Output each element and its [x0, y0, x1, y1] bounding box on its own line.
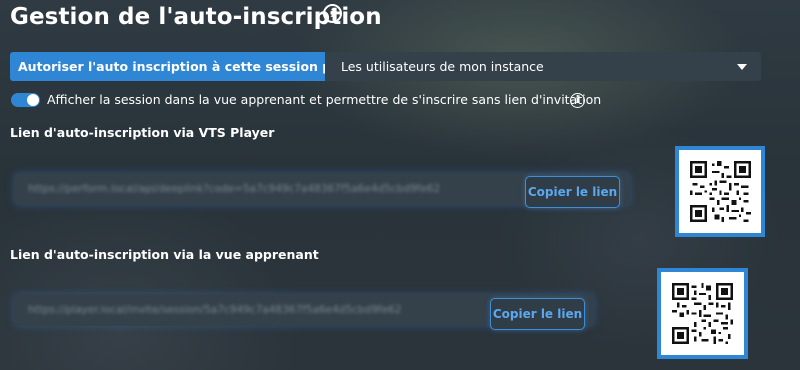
self-registration-select[interactable]: Autoriser l'auto inscription à cette ses… — [10, 52, 761, 81]
chevron-down-icon[interactable] — [737, 63, 747, 70]
vts-player-link-url[interactable]: https://perform.local/api/deeplink?code=… — [28, 183, 440, 195]
learner-view-qr-code — [657, 268, 748, 359]
qr-code-icon — [672, 283, 733, 344]
qr-code-icon — [690, 161, 751, 222]
self-registration-label: Autoriser l'auto inscription à cette ses… — [10, 52, 364, 81]
visibility-toggle[interactable] — [11, 92, 40, 107]
copy-learner-link-button[interactable]: Copier le lien — [490, 298, 585, 330]
info-icon[interactable]: i — [570, 93, 585, 108]
visibility-toggle-row: Afficher la session dans la vue apprenan… — [11, 92, 601, 107]
copy-vts-link-button[interactable]: Copier le lien — [525, 176, 620, 208]
visibility-toggle-label: Afficher la session dans la vue apprenan… — [47, 92, 602, 107]
learner-view-link-url[interactable]: https://player.local/invite/session/5a7c… — [28, 304, 401, 316]
vts-player-qr-code — [675, 146, 765, 237]
vts-player-link-title: Lien d'auto-inscription via VTS Player — [10, 125, 275, 140]
info-icon[interactable]: i — [323, 4, 342, 23]
self-registration-dropdown[interactable]: Les utilisateurs de mon instance — [325, 52, 761, 81]
learner-view-link-title: Lien d'auto-inscription via la vue appre… — [10, 247, 319, 262]
toggle-knob — [27, 93, 39, 106]
selected-audience: Les utilisateurs de mon instance — [341, 59, 544, 74]
